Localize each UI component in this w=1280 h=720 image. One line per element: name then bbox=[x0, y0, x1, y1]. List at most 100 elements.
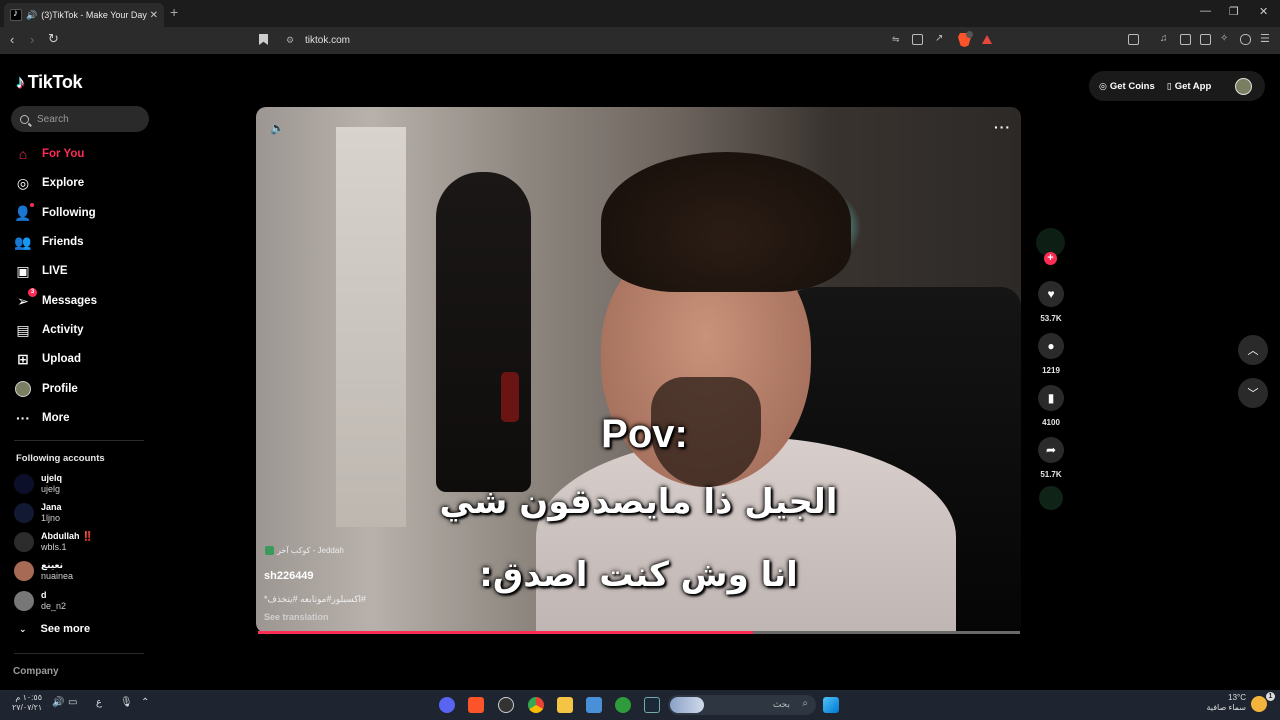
sidebar-item-messages[interactable]: ➢ 3 Messages bbox=[14, 288, 97, 312]
following-account[interactable]: Abdullah ‼️ wbls.1 bbox=[14, 531, 93, 553]
previous-video-button[interactable]: ︿ bbox=[1238, 335, 1268, 365]
see-more-button[interactable]: ⌄ See more bbox=[19, 623, 90, 635]
following-account[interactable]: d de_n2 bbox=[14, 590, 66, 612]
cast-icon[interactable] bbox=[912, 34, 923, 45]
sidebar-item-live[interactable]: ▣ LIVE bbox=[14, 260, 67, 282]
bookmark-icon: ▮ bbox=[1047, 391, 1055, 405]
sidebar-item-explore[interactable]: ◎ Explore bbox=[14, 172, 84, 194]
close-window-button[interactable]: ✕ bbox=[1259, 5, 1268, 18]
sidebar-toggle-icon[interactable] bbox=[1180, 34, 1191, 45]
maximize-button[interactable]: ❐ bbox=[1229, 5, 1239, 18]
like-button[interactable]: ♥ bbox=[1038, 281, 1064, 307]
sidebar-divider bbox=[14, 653, 144, 654]
comment-button[interactable]: ● bbox=[1038, 333, 1064, 359]
network-icon[interactable]: ▭ bbox=[68, 697, 77, 708]
follow-plus-icon[interactable]: + bbox=[1044, 252, 1057, 265]
user-avatar[interactable] bbox=[1235, 78, 1252, 95]
address-bar[interactable]: tiktok.com bbox=[305, 35, 350, 46]
browser-tab[interactable]: 🔊 (3)TikTok - Make Your Day ✕ bbox=[4, 3, 164, 27]
minimize-button[interactable]: — bbox=[1200, 5, 1211, 17]
search-highlight-image bbox=[670, 697, 704, 713]
notification-badge[interactable]: 1 bbox=[1266, 692, 1275, 701]
discord-icon[interactable] bbox=[439, 697, 455, 713]
language-indicator[interactable]: ع bbox=[96, 697, 102, 708]
profile-avatar-icon bbox=[14, 380, 32, 398]
translate-icon[interactable]: ⇋ bbox=[892, 34, 903, 45]
show-hidden-icons[interactable]: ⌃ bbox=[141, 697, 149, 708]
weather-widget[interactable]: 13°C سماء صافية bbox=[1206, 693, 1246, 713]
account-avatar bbox=[14, 561, 34, 581]
sidebar-item-friends[interactable]: 👥 Friends bbox=[14, 231, 83, 253]
volume-icon[interactable]: 🔈 bbox=[270, 121, 285, 135]
file-explorer-icon[interactable] bbox=[557, 697, 573, 713]
sidebar-item-upload[interactable]: ⊞ Upload bbox=[14, 348, 81, 370]
more-dots-icon: ··· bbox=[16, 410, 30, 426]
store-icon[interactable] bbox=[586, 697, 602, 713]
get-coins-button[interactable]: ◎ Get Coins bbox=[1099, 81, 1155, 92]
taskbar-clock[interactable]: ١٠:٥٥ م ٢٧/٠٧/٢١ bbox=[12, 693, 42, 713]
tiktok-logo-icon: ♪ bbox=[16, 72, 25, 92]
sidebar-item-profile[interactable]: Profile bbox=[14, 378, 78, 400]
search-placeholder: Search bbox=[37, 113, 69, 125]
menu-icon[interactable]: ☰ bbox=[1260, 32, 1271, 45]
next-video-button[interactable]: ﹀ bbox=[1238, 378, 1268, 408]
live-icon: ▣ bbox=[16, 262, 30, 279]
tab-close-icon[interactable]: ✕ bbox=[150, 10, 158, 21]
home-icon: ⌂ bbox=[18, 146, 28, 162]
sidebar-item-label: Upload bbox=[42, 353, 81, 365]
see-translation-link[interactable]: See translation bbox=[264, 612, 329, 622]
new-tab-button[interactable]: + bbox=[170, 4, 178, 20]
video-author[interactable]: sh226449 bbox=[264, 570, 314, 582]
speaker-icon[interactable]: 🔊 bbox=[52, 697, 64, 708]
sidebar-item-following[interactable]: 👤 Following bbox=[14, 202, 96, 224]
share-page-icon[interactable]: ↗ bbox=[935, 33, 946, 44]
back-icon[interactable]: ‹ bbox=[10, 32, 14, 47]
tiktok-logo[interactable]: ♪ TikTok bbox=[16, 72, 83, 93]
get-app-button[interactable]: ▯ Get App bbox=[1167, 81, 1212, 92]
account-name: d bbox=[41, 590, 47, 600]
following-account[interactable]: Jana 1ljno bbox=[14, 502, 62, 524]
windows-start-icon[interactable] bbox=[823, 697, 839, 713]
sidebar-item-more[interactable]: ··· More bbox=[14, 407, 69, 429]
video-more-options-icon[interactable]: ··· bbox=[994, 119, 1011, 135]
music-disc-icon[interactable] bbox=[1039, 486, 1063, 510]
share-arrow-icon: ➦ bbox=[1045, 443, 1057, 457]
reload-icon[interactable]: ↻ bbox=[48, 31, 59, 47]
vpn-icon[interactable] bbox=[1240, 34, 1251, 45]
xbox-icon[interactable] bbox=[615, 697, 631, 713]
site-info-icon[interactable]: ⚙ bbox=[286, 35, 294, 46]
account-name: Jana bbox=[41, 502, 62, 512]
sidebar-item-activity[interactable]: ▤ Activity bbox=[14, 319, 83, 341]
comment-count: 1219 bbox=[1042, 366, 1060, 375]
steam-icon[interactable] bbox=[644, 697, 660, 713]
brave-browser-icon[interactable] bbox=[468, 697, 484, 713]
wallet-icon[interactable] bbox=[1200, 34, 1211, 45]
brave-shields-count-badge bbox=[966, 31, 973, 38]
chevron-down-icon: ﹀ bbox=[1247, 388, 1259, 400]
app-icon[interactable] bbox=[498, 697, 514, 713]
microphone-icon[interactable]: 🎙 bbox=[120, 697, 133, 708]
chrome-icon[interactable] bbox=[528, 697, 544, 713]
following-account[interactable]: ujelq ujelg bbox=[14, 473, 62, 495]
chevron-down-icon: ⌄ bbox=[19, 623, 27, 634]
forward-icon[interactable]: › bbox=[30, 32, 34, 47]
media-icon[interactable]: ♫ bbox=[1160, 33, 1171, 44]
sidebar-item-for-you[interactable]: ⌂ For You bbox=[14, 143, 85, 165]
share-button[interactable]: ➦ bbox=[1038, 437, 1064, 463]
browser-tab-bar: 🔊 (3)TikTok - Make Your Day ✕ + — ❐ ✕ bbox=[0, 0, 1280, 27]
clock-date: ٢٧/٠٧/٢١ bbox=[12, 703, 43, 712]
leo-ai-icon[interactable]: ✧ bbox=[1220, 33, 1231, 44]
save-button[interactable]: ▮ bbox=[1038, 385, 1064, 411]
following-account[interactable]: نعينع nuainea bbox=[14, 560, 73, 582]
brave-rewards-icon[interactable] bbox=[982, 35, 992, 44]
taskbar-search[interactable]: بحث ⌕ bbox=[668, 695, 816, 715]
screenshot-icon[interactable] bbox=[1128, 34, 1139, 45]
account-avatar bbox=[14, 591, 34, 611]
audio-playing-icon[interactable]: 🔊 bbox=[26, 10, 37, 21]
video-player[interactable]: Pov: الجيل ذا مايصدقون شي انا وش كنت اصد… bbox=[256, 107, 1021, 633]
company-link[interactable]: Company bbox=[13, 666, 59, 677]
messages-icon: ➢ 3 bbox=[14, 288, 37, 310]
video-progress-bar[interactable] bbox=[258, 631, 1020, 634]
search-input[interactable]: Search bbox=[11, 106, 149, 132]
location-tag[interactable]: كوكب آخر - Jeddah bbox=[265, 546, 344, 555]
